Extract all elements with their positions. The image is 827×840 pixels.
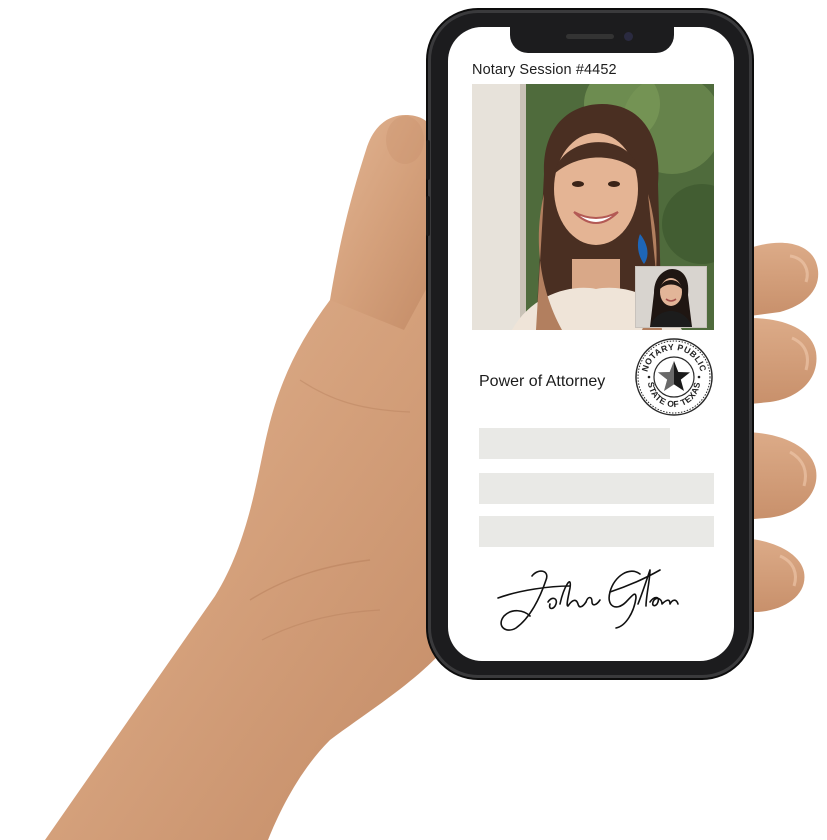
document-title: Power of Attorney — [479, 373, 606, 390]
notary-seal-icon: NOTARY PUBLIC STATE OF TEXAS — [635, 338, 713, 416]
signature-john-glenn — [497, 569, 679, 631]
placeholder-line-1 — [479, 428, 670, 459]
speaker-grille — [566, 34, 614, 39]
session-title: Notary Session #4452 — [472, 62, 617, 78]
placeholder-line-2 — [479, 473, 714, 504]
phone-notch — [510, 27, 674, 53]
front-camera-icon — [624, 32, 633, 41]
placeholder-line-3 — [479, 516, 714, 547]
phone-side-button — [426, 140, 430, 180]
notary-pip-video[interactable] — [635, 266, 707, 328]
phone-volume-button — [426, 196, 430, 236]
notary-photo — [636, 267, 706, 327]
